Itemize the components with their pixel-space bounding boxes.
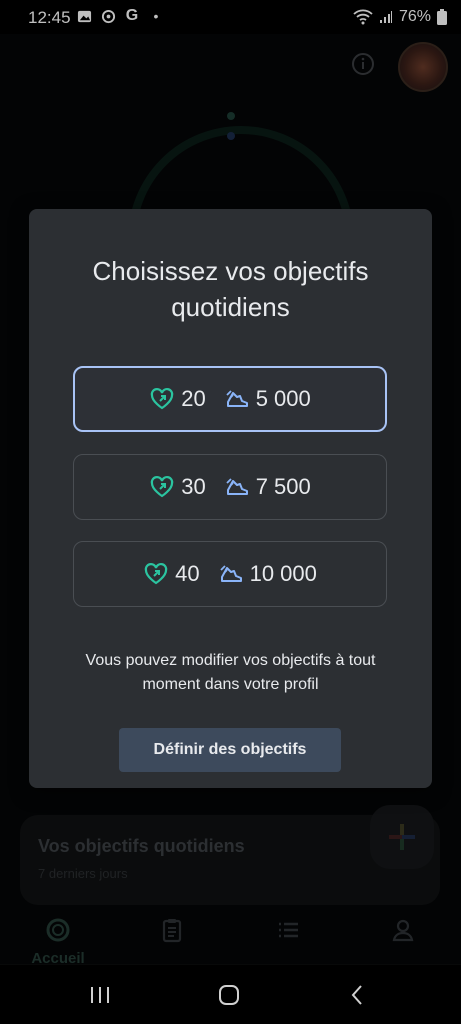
heart-points-metric: 20 <box>149 386 206 412</box>
steps-icon <box>226 390 248 407</box>
heart-points-value: 40 <box>175 561 200 586</box>
steps-icon <box>226 478 248 495</box>
system-navigation-bar <box>0 965 461 1024</box>
steps-value: 5 000 <box>255 386 311 411</box>
goal-option-3[interactable]: 40 10 000 <box>73 541 387 607</box>
heart-points-value: 30 <box>181 474 206 499</box>
goal-option-1[interactable]: 20 5 000 <box>73 366 387 432</box>
steps-metric: 7 500 <box>224 474 311 500</box>
steps-value: 10 000 <box>249 561 317 586</box>
heart-points-value: 20 <box>181 386 206 411</box>
steps-metric: 5 000 <box>224 386 311 412</box>
steps-icon <box>219 565 242 582</box>
goal-option-2[interactable]: 30 7 500 <box>73 454 387 520</box>
heart-points-icon <box>144 563 168 585</box>
back-icon[interactable] <box>343 983 373 1007</box>
dialog-title: Choisissez vos objectifs quotidiens <box>92 256 369 322</box>
dialog-hint: Vous pouvez modifier vos objectifs à tou… <box>85 652 376 693</box>
recent-apps-icon[interactable] <box>85 983 115 1007</box>
home-button-icon[interactable] <box>214 983 244 1007</box>
heart-points-metric: 30 <box>149 474 206 500</box>
heart-points-icon <box>150 388 174 410</box>
heart-points-metric: 40 <box>143 561 200 587</box>
steps-metric: 10 000 <box>218 561 317 587</box>
set-goals-button[interactable]: Définir des objectifs <box>119 728 341 772</box>
heart-points-icon <box>150 476 174 498</box>
goals-dialog: Choisissez vos objectifs quotidiens 20 5… <box>29 209 432 788</box>
steps-value: 7 500 <box>255 474 311 499</box>
